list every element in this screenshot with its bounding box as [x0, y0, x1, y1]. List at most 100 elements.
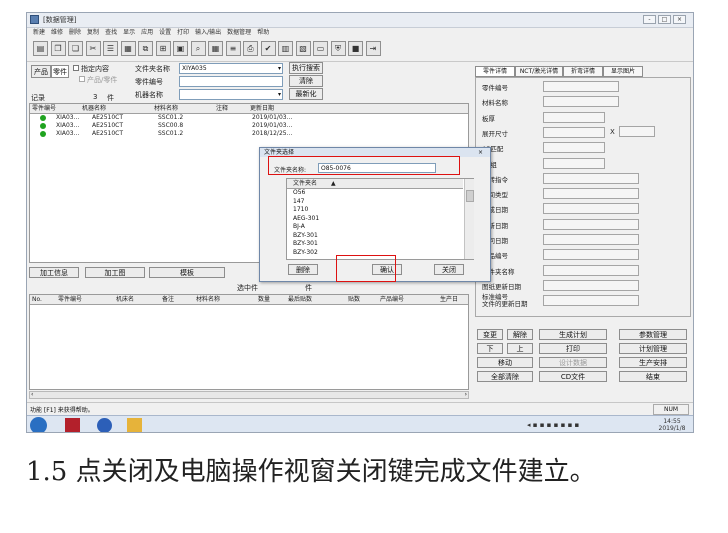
binoculars-icon[interactable]: ⌕: [190, 41, 206, 56]
maximize-button[interactable]: □: [658, 15, 671, 24]
menu-item[interactable]: 帮助: [257, 28, 269, 38]
column-header[interactable]: 备注: [162, 295, 174, 304]
dialog-folder-list[interactable]: 文件夹名 ▲ O56 147 1710 AEG-301 BJ-A BZY-301 BZY-3…: [286, 178, 474, 260]
process-info-button[interactable]: 加工信息: [29, 267, 79, 278]
taskbar-app-icon[interactable]: [65, 418, 80, 432]
taskbar-wps-icon[interactable]: [97, 418, 112, 432]
dialog-delete-button[interactable]: 删除: [288, 264, 318, 275]
horizontal-scrollbar[interactable]: ‹ ›: [29, 391, 469, 399]
detail-field[interactable]: [543, 203, 639, 215]
shield-icon[interactable]: ⛨: [330, 41, 346, 56]
table-row[interactable]: XIA03... AE2510CT SSC00.8 2019/01/03...: [30, 122, 468, 130]
menu-item[interactable]: 新建: [33, 28, 45, 38]
menu-item[interactable]: 打印: [177, 28, 189, 38]
copy-icon[interactable]: ❐: [50, 41, 66, 56]
column-header[interactable]: 材料名称: [196, 295, 220, 304]
action-button[interactable]: 生产安排: [619, 357, 687, 368]
product-tab[interactable]: 产品: [31, 65, 51, 78]
menu-item[interactable]: 复制: [87, 28, 99, 38]
column-header[interactable]: 最后贴数: [288, 295, 312, 304]
table-row[interactable]: XIA03... AE2510CT SSC01.2 2019/01/03...: [30, 114, 468, 122]
machine-select[interactable]: ▾: [179, 89, 283, 100]
dialog-close-icon[interactable]: ×: [478, 148, 483, 157]
monitor-icon[interactable]: ▭: [313, 41, 328, 56]
list-item[interactable]: O56: [293, 189, 305, 197]
action-button[interactable]: 上: [507, 343, 533, 354]
column-header[interactable]: 注释: [216, 104, 228, 113]
column-header[interactable]: 数量: [258, 295, 270, 304]
list-item[interactable]: BZY-302: [293, 249, 318, 257]
list-icon[interactable]: ☰: [103, 41, 118, 56]
list-item[interactable]: BJ-A: [293, 223, 305, 231]
column-header[interactable]: 产品编号: [380, 295, 404, 304]
list-item[interactable]: AEG-301: [293, 215, 319, 223]
menu-item[interactable]: 维修: [51, 28, 63, 38]
menu-item[interactable]: 数据管理: [227, 28, 251, 38]
paste-icon[interactable]: ❏: [68, 41, 83, 56]
list-item[interactable]: BZY-301: [293, 232, 318, 240]
action-button[interactable]: 生成计划: [539, 329, 607, 340]
column-header[interactable]: 机床名: [116, 295, 134, 304]
dialog-list-header[interactable]: 文件夹名 ▲: [287, 179, 463, 189]
action-button[interactable]: CD文件: [539, 371, 607, 382]
scroll-thumb[interactable]: [466, 190, 474, 202]
menu-item[interactable]: 显示: [123, 28, 135, 38]
detail-field[interactable]: [543, 111, 605, 123]
table-row[interactable]: XIA03... AE2510CT SSC01.2 2018/12/25...: [30, 130, 468, 138]
detail-field[interactable]: [543, 188, 639, 200]
clear-button[interactable]: 清除: [289, 75, 323, 87]
action-button[interactable]: 下: [477, 343, 503, 354]
tab-bend-detail[interactable]: 折弯详情: [563, 66, 603, 77]
detail-field[interactable]: [543, 142, 605, 154]
grid-icon[interactable]: ▦: [208, 41, 223, 56]
start-icon[interactable]: [30, 417, 47, 432]
action-button[interactable]: 计划管理: [619, 343, 687, 354]
detail-field[interactable]: [543, 249, 639, 261]
folder-icon[interactable]: ▤: [33, 41, 48, 56]
cart-icon[interactable]: ▣: [173, 41, 188, 56]
detail-field[interactable]: [543, 295, 639, 307]
column-header[interactable]: 零件编号: [58, 295, 82, 304]
exit-icon[interactable]: ⇥: [365, 41, 381, 56]
execute-search-button[interactable]: 执行搜索: [289, 62, 323, 74]
part-no-input[interactable]: [179, 76, 283, 87]
detail-field[interactable]: [543, 234, 639, 245]
size-height-field[interactable]: [619, 126, 655, 137]
chart2-icon[interactable]: ▧: [295, 41, 311, 56]
tab-show-image[interactable]: 显示图片: [603, 66, 643, 77]
detail-field[interactable]: [543, 279, 639, 291]
tab-part-detail[interactable]: 零件详情: [475, 66, 515, 77]
column-header[interactable]: 更新日期: [250, 104, 274, 113]
product-part-checkbox[interactable]: [79, 76, 85, 82]
dialog-list-scrollbar[interactable]: [464, 179, 474, 259]
detail-field[interactable]: [543, 172, 639, 184]
action-button[interactable]: 解除: [507, 329, 533, 340]
detail-field[interactable]: [543, 126, 605, 138]
table-icon[interactable]: ▦: [120, 41, 136, 56]
taskbar-folder-icon[interactable]: [127, 418, 142, 432]
menu-item[interactable]: 应用: [141, 28, 153, 38]
column-header[interactable]: 机器名称: [82, 104, 106, 113]
selected-table[interactable]: No. 零件编号 机床名 备注 材料名称 数量 最后贴数 贴数 产品编号 生产日: [29, 294, 469, 390]
detail-field[interactable]: [543, 81, 619, 92]
tab-nct-laser[interactable]: NCT/激光详情: [515, 66, 563, 77]
action-button[interactable]: 变更: [477, 329, 503, 340]
merge-icon[interactable]: ⧉: [138, 41, 153, 56]
text-icon[interactable]: ≡: [225, 41, 241, 56]
column-header[interactable]: 贴数: [348, 295, 360, 304]
detail-field[interactable]: [543, 218, 639, 230]
stop-icon[interactable]: ■: [348, 41, 363, 56]
action-button[interactable]: 结束: [619, 371, 687, 382]
graph-icon[interactable]: ⊞: [155, 41, 171, 56]
action-button[interactable]: 打印: [539, 343, 607, 354]
action-button[interactable]: 全部清除: [477, 371, 533, 382]
action-button[interactable]: 移动: [477, 357, 533, 368]
list-item[interactable]: 147: [293, 198, 304, 206]
column-header[interactable]: 生产日: [440, 295, 458, 304]
column-header[interactable]: No.: [32, 295, 42, 304]
action-button[interactable]: 设计数据: [539, 357, 607, 368]
template-button[interactable]: 模板: [149, 267, 225, 278]
specify-checkbox[interactable]: [73, 65, 79, 71]
detail-field[interactable]: [543, 96, 619, 108]
process-diagram-button[interactable]: 加工图: [85, 267, 145, 278]
